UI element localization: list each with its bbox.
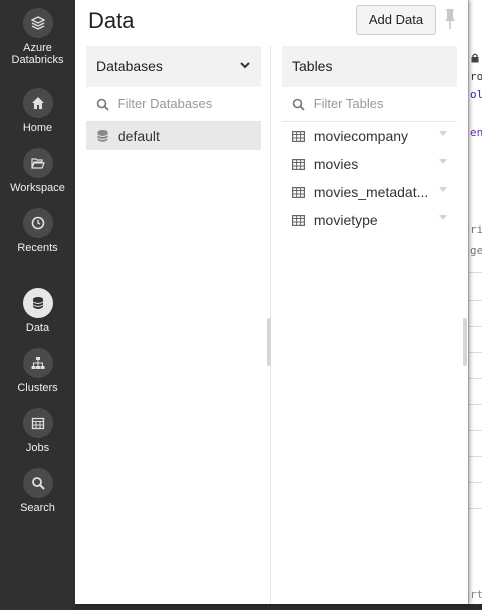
calendar-icon (22, 408, 53, 438)
sidebar-item-jobs[interactable]: Jobs (0, 408, 75, 454)
sidebar-item-recents[interactable]: Recents (0, 208, 75, 254)
database-item-label: default (117, 128, 160, 144)
resize-handle[interactable] (463, 318, 467, 366)
table-item-movies-metadata[interactable]: movies_metadat... (282, 178, 457, 206)
resize-handle[interactable] (267, 318, 271, 366)
table-icon (292, 214, 305, 226)
clock-icon (22, 208, 53, 238)
search-icon (96, 98, 109, 111)
caret-down-icon[interactable] (439, 187, 447, 192)
brand-line-1: Azure (23, 42, 52, 54)
table-item-label: movietype (313, 212, 378, 228)
sidebar-item-label: Data (25, 322, 50, 334)
sidebar-item-label: Recents (17, 242, 58, 254)
table-item-label: movies (313, 156, 359, 172)
background-snippet: rt (470, 588, 482, 601)
sidebar-item-workspace[interactable]: Workspace (0, 148, 75, 194)
sidebar-item-label: Search (20, 502, 55, 514)
background-notebook: ron olo enn ring ge rt (468, 0, 482, 604)
background-snippet: ring (470, 223, 482, 236)
sidebar-item-search[interactable]: Search (0, 468, 75, 514)
sidebar-item-label: Clusters (17, 382, 58, 394)
table-item-movies[interactable]: movies (282, 150, 457, 178)
caret-down-icon[interactable] (439, 131, 447, 136)
add-data-button[interactable]: Add Data (356, 5, 436, 35)
folder-open-icon (22, 148, 53, 178)
background-snippet: ge (470, 244, 482, 257)
table-item-label: movies_metadat... (313, 184, 429, 200)
database-item-default[interactable]: default (86, 122, 261, 150)
sidebar-item-label: Jobs (25, 442, 50, 454)
caret-down-icon[interactable] (439, 159, 447, 164)
sidebar: Azure Databricks Home Workspace Recents … (0, 0, 75, 610)
lock-icon (471, 53, 479, 63)
search-icon (292, 98, 305, 111)
search-icon (22, 468, 53, 498)
data-panel: Data Add Data Databases Filter Databases… (75, 0, 468, 604)
databases-header[interactable]: Databases (86, 46, 261, 87)
brand-azure-databricks[interactable]: Azure Databricks (0, 8, 75, 66)
home-icon (22, 88, 53, 118)
table-icon (292, 186, 305, 198)
sidebar-item-home[interactable]: Home (0, 88, 75, 134)
sidebar-item-label: Workspace (10, 182, 65, 194)
filter-databases-input[interactable]: Filter Databases (86, 87, 261, 122)
table-icon (292, 158, 305, 170)
filter-tables-placeholder: Filter Tables (313, 96, 384, 111)
brand-line-2: Databricks (11, 54, 64, 66)
chevron-down-icon[interactable] (239, 59, 251, 71)
page-title: Data (88, 8, 135, 33)
tables-column: Tables Filter Tables moviecompany movies… (282, 46, 457, 234)
table-icon (292, 130, 305, 142)
background-snippet: enn (470, 126, 482, 139)
table-item-movietype[interactable]: movietype (282, 206, 457, 234)
databricks-logo-icon (22, 8, 53, 38)
databases-column: Databases Filter Databases default (86, 46, 261, 150)
database-icon (97, 130, 108, 143)
background-snippet: ron (470, 70, 482, 83)
sitemap-icon (22, 348, 53, 378)
sidebar-item-clusters[interactable]: Clusters (0, 348, 75, 394)
filter-tables-input[interactable]: Filter Tables (282, 87, 457, 122)
pin-icon[interactable] (441, 7, 459, 31)
table-item-label: moviecompany (313, 128, 409, 144)
databases-header-label: Databases (96, 58, 163, 74)
table-item-moviecompany[interactable]: moviecompany (282, 122, 457, 150)
tables-header: Tables (282, 46, 457, 87)
caret-down-icon[interactable] (439, 215, 447, 220)
filter-databases-placeholder: Filter Databases (117, 96, 213, 111)
sidebar-item-label: Home (22, 122, 53, 134)
tables-header-label: Tables (292, 58, 333, 74)
sidebar-item-data[interactable]: Data (0, 288, 75, 334)
background-snippet: olo (470, 88, 482, 101)
database-icon (22, 288, 53, 318)
